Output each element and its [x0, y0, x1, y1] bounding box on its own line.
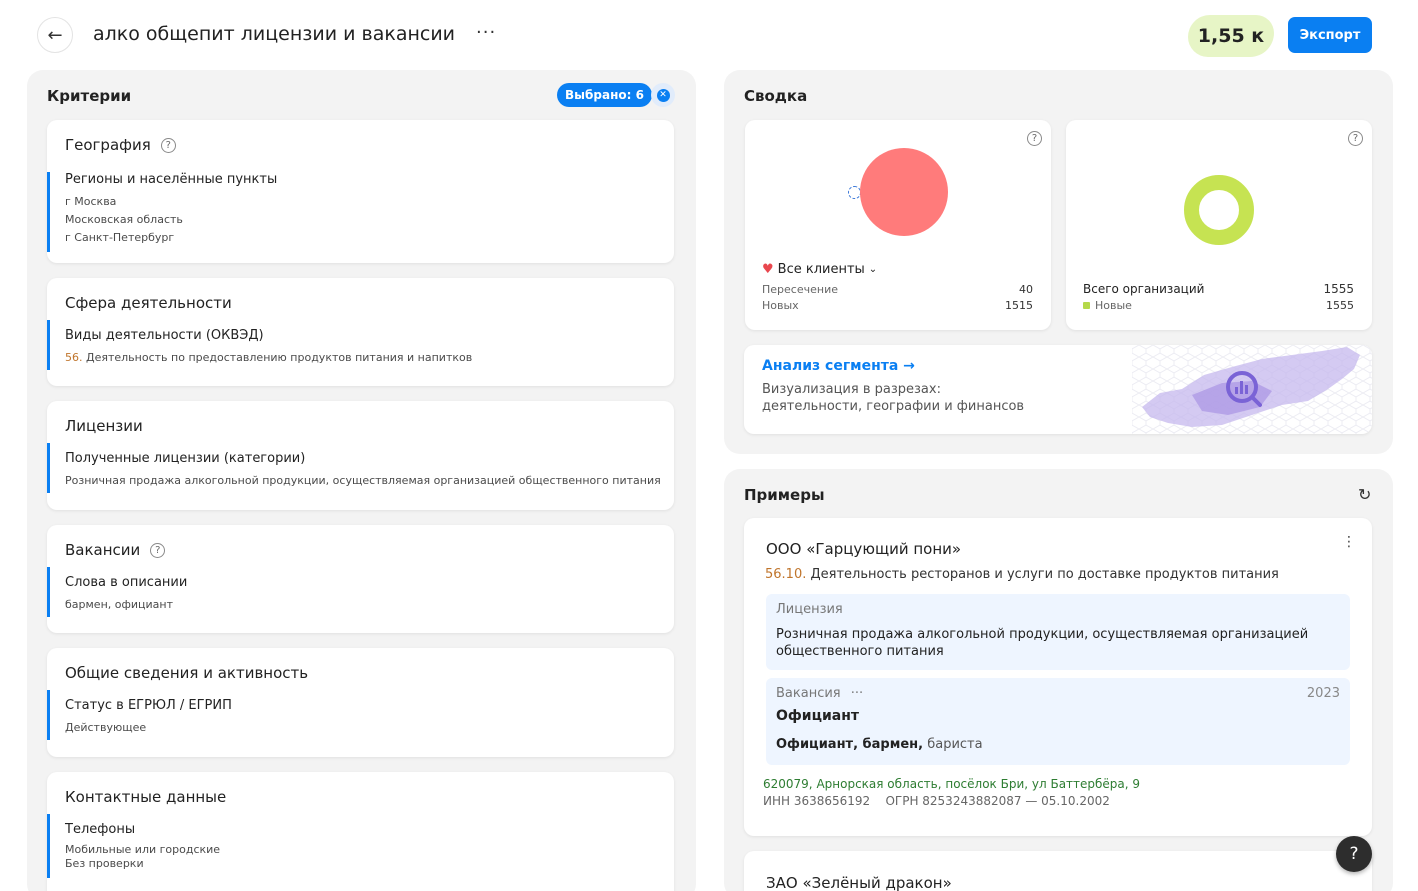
criteria-card-title: География [65, 136, 151, 154]
arrow-left-icon: ← [47, 24, 63, 46]
export-button[interactable]: Экспорт [1288, 17, 1372, 53]
organizations-ring [1184, 175, 1254, 245]
criteria-subtitle: Слова в описании [65, 575, 188, 590]
criteria-card-title: Сфера деятельности [65, 294, 232, 312]
criteria-subtitle: Полученные лицензии (категории) [65, 451, 306, 466]
criteria-subtitle: Регионы и населённые пункты [65, 172, 278, 187]
clients-dropdown[interactable]: ♥ Все клиенты ⌄ [762, 262, 877, 277]
company-name: ЗАО «Зелёный дракон» [766, 874, 952, 891]
license-text: Розничная продажа алкогольной продукции,… [776, 627, 1309, 642]
company-name: ООО «Гарцующий пони» [766, 540, 962, 558]
results-count-badge: 1,55 к [1188, 15, 1274, 57]
more-options-button[interactable]: ··· [476, 22, 496, 43]
legend-dot [1083, 302, 1090, 309]
vacancy-year: 2023 [1306, 686, 1340, 701]
criteria-card-contacts[interactable]: Контактные данные Телефоны Мобильные или… [47, 772, 674, 891]
help-button[interactable]: ? [1336, 836, 1372, 872]
selected-count-badge[interactable]: Выбрано: 6 [557, 83, 652, 107]
clients-card: ? ♥ Все клиенты ⌄ Пересечение 40 Новых 1… [745, 120, 1051, 330]
license-text: общественного питания [776, 644, 944, 659]
analysis-description: деятельности, географии и финансов [762, 399, 1025, 414]
criteria-card-title: Лицензии [65, 417, 143, 435]
clients-circle [860, 148, 948, 236]
vacancy-title: Официант [776, 708, 860, 724]
examples-panel: Примеры ↻ ООО «Гарцующий пони» ⋮ 56.10. … [724, 469, 1393, 891]
vacancy-more-button[interactable]: ··· [851, 686, 863, 701]
license-label: Лицензия [776, 602, 843, 617]
criteria-value: Действующее [65, 721, 147, 734]
criteria-title: Критерии [47, 87, 132, 105]
vacancy-keywords: Официант, бармен, [776, 737, 924, 752]
stat-row: Новых 1515 [762, 299, 1033, 312]
criteria-card-title: Общие сведения и активность [65, 664, 309, 682]
stat-row: Пересечение 40 [762, 283, 1033, 296]
okved-code: 56.10. [765, 567, 807, 582]
criteria-value: г Москва [65, 195, 117, 208]
okved-description: Деятельность ресторанов и услуги по дост… [806, 567, 1279, 582]
criteria-subtitle: Виды деятельности (ОКВЭД) [65, 328, 264, 343]
example-company-card[interactable]: ООО «Гарцующий пони» ⋮ 56.10. Деятельнос… [744, 518, 1372, 836]
vacancy-box: Вакансия ··· 2023 Официант Официант, бар… [766, 678, 1350, 765]
vacancy-keywords-rest: бариста [923, 737, 983, 752]
criteria-card-geography[interactable]: География ? Регионы и населённые пункты … [47, 120, 674, 263]
criteria-value: Розничная продажа алкогольной продукции,… [65, 474, 661, 487]
examples-title: Примеры [744, 486, 825, 504]
criteria-card-vacancies[interactable]: Вакансии ? Слова в описании бармен, офиц… [47, 525, 674, 633]
refresh-icon[interactable]: ↻ [1358, 485, 1371, 504]
analysis-description: Визуализация в разрезах: [762, 382, 941, 397]
criteria-subtitle: Статус в ЕГРЮЛ / ЕГРИП [65, 698, 232, 713]
chevron-down-icon: ⌄ [868, 264, 878, 275]
help-icon[interactable]: ? [1348, 131, 1363, 146]
segment-analysis-link[interactable]: Анализ сегмента → [762, 358, 915, 374]
criteria-value: г Санкт-Петербург [65, 231, 175, 244]
back-button[interactable]: ← [37, 17, 73, 53]
heart-icon: ♥ [762, 262, 774, 277]
clear-selection-button[interactable]: ✕ [651, 83, 675, 107]
criteria-card-title: Контактные данные [65, 788, 227, 806]
company-ids: ИНН 3638656192 ОГРН 8253243882087 — 05.1… [763, 794, 1110, 808]
stat-row: Всего организаций 1555 [1083, 282, 1354, 296]
help-icon[interactable]: ? [1027, 131, 1042, 146]
criteria-panel: Критерии Выбрано: 6 ✕ География ? Регион… [27, 70, 696, 891]
criteria-card-activity[interactable]: Сфера деятельности Виды деятельности (ОК… [47, 278, 674, 386]
license-box: Лицензия Розничная продажа алкогольной п… [766, 594, 1350, 670]
stat-row: Новые 1555 [1083, 299, 1354, 312]
criteria-card-general[interactable]: Общие сведения и активность Статус в ЕГР… [47, 648, 674, 757]
okved-code: 56. [65, 351, 83, 364]
segment-analysis-card[interactable]: Анализ сегмента → Визуализация в разреза… [744, 345, 1372, 434]
criteria-value: Московская область [65, 213, 183, 226]
criteria-value: Деятельность по предоставлению продуктов… [86, 351, 473, 364]
help-icon[interactable]: ? [150, 542, 166, 558]
example-company-card[interactable]: ЗАО «Зелёный дракон» [744, 851, 1372, 891]
close-icon: ✕ [656, 88, 670, 102]
kebab-menu-icon[interactable]: ⋮ [1342, 534, 1356, 550]
organizations-card: ? Всего организаций 1555 Новые 1555 [1066, 120, 1372, 330]
criteria-card-title: Вакансии [65, 541, 141, 559]
criteria-subtitle: Телефоны [65, 822, 136, 837]
criteria-value: Мобильные или городские [65, 843, 221, 856]
map-illustration [1132, 345, 1372, 434]
summary-title: Сводка [744, 87, 808, 105]
page-title: алко общепит лицензии и вакансии [93, 23, 456, 45]
vacancy-label: Вакансия [776, 686, 841, 701]
summary-panel: Сводка ? ♥ Все клиенты ⌄ Пересечение 40 … [724, 70, 1393, 454]
help-icon[interactable]: ? [160, 137, 176, 153]
criteria-card-licenses[interactable]: Лицензии Полученные лицензии (категории)… [47, 401, 674, 510]
criteria-value: бармен, официант [65, 598, 174, 611]
criteria-value: Без проверки [65, 857, 144, 870]
company-address: 620079, Арнорская область, посёлок Бри, … [763, 777, 1141, 791]
